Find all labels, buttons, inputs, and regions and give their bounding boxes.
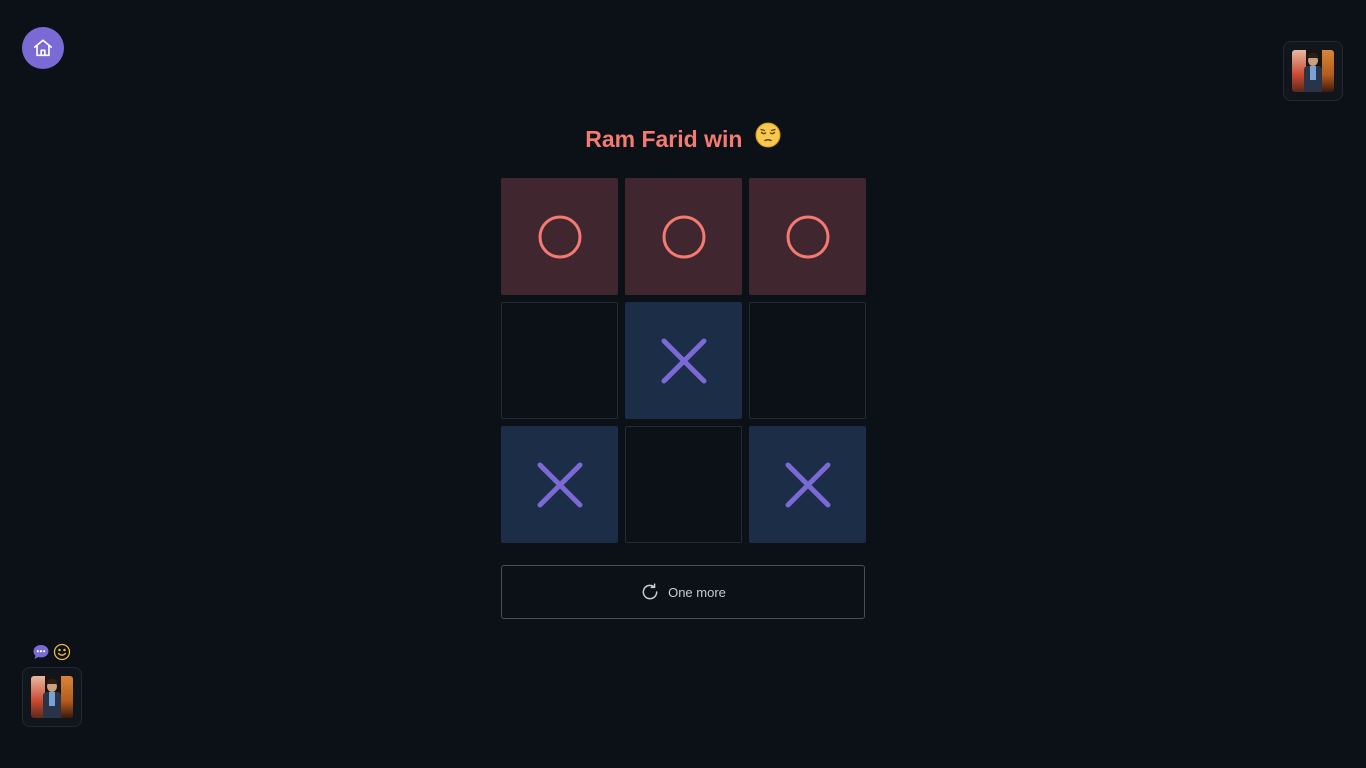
board-cell[interactable] xyxy=(501,426,618,543)
smiley-icon[interactable] xyxy=(53,643,71,661)
opponent-avatar[interactable] xyxy=(1283,41,1343,101)
player-photo xyxy=(31,676,73,718)
chat-bubble-icon[interactable] xyxy=(32,643,50,661)
self-avatar[interactable] xyxy=(22,667,82,727)
board-cell[interactable] xyxy=(625,302,742,419)
one-more-button[interactable]: One more xyxy=(501,565,865,619)
game-status: Ram Farid win xyxy=(0,122,1366,154)
board-cell[interactable] xyxy=(749,302,866,419)
board-cell[interactable] xyxy=(501,302,618,419)
o-mark-icon xyxy=(662,215,705,258)
board-cell[interactable] xyxy=(749,178,866,295)
x-mark-icon xyxy=(785,462,830,507)
o-mark-icon xyxy=(786,215,829,258)
board-cell[interactable] xyxy=(501,178,618,295)
one-more-label: One more xyxy=(668,584,726,600)
pensive-face-icon xyxy=(755,122,781,154)
board-cell[interactable] xyxy=(625,426,742,543)
player-photo xyxy=(1292,50,1334,92)
home-button[interactable] xyxy=(22,27,64,69)
board-cell[interactable] xyxy=(749,426,866,543)
x-mark-icon xyxy=(661,338,706,383)
o-mark-icon xyxy=(538,215,581,258)
board-cell[interactable] xyxy=(625,178,742,295)
x-mark-icon xyxy=(537,462,582,507)
game-board xyxy=(501,178,866,543)
player-reactions xyxy=(32,643,71,661)
status-text: Ram Farid win xyxy=(585,126,743,152)
home-icon xyxy=(33,39,53,57)
refresh-icon xyxy=(642,583,658,600)
